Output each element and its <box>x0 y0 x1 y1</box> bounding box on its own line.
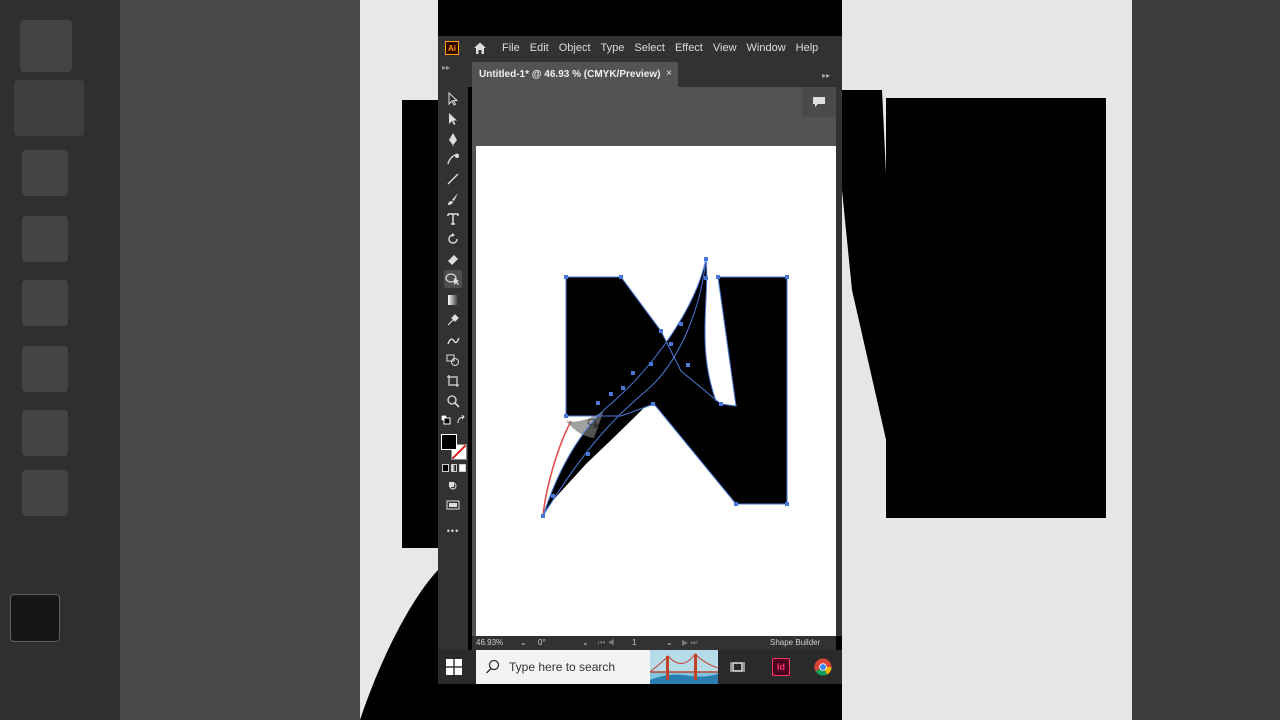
screen-mode-icon[interactable] <box>444 496 462 514</box>
artboard-dropdown-icon[interactable]: ⌄ <box>666 638 673 647</box>
tools-panel: ••• <box>438 87 468 650</box>
background-panel-right <box>1132 0 1280 720</box>
right-panel-dock <box>836 87 842 636</box>
zoom-dropdown-icon[interactable]: ⌄ <box>520 638 527 647</box>
illustrator-logo: Ai <box>445 41 459 55</box>
background-shape-builder-icon <box>14 80 84 136</box>
menu-select[interactable]: Select <box>629 42 670 54</box>
gradient-tool-icon[interactable] <box>444 291 462 309</box>
menu-view[interactable]: View <box>708 42 742 54</box>
background-letter-shape <box>360 100 438 720</box>
curvature-tool-icon[interactable] <box>444 150 462 168</box>
fill-stroke-swatches[interactable] <box>441 434 467 460</box>
task-view-icon[interactable] <box>729 658 747 676</box>
letter-artwork[interactable] <box>476 146 836 636</box>
artboard[interactable] <box>476 146 836 636</box>
menu-file[interactable]: File <box>497 42 525 54</box>
menu-effect[interactable]: Effect <box>670 42 708 54</box>
menu-bar: Ai File Edit Object Type Select Effect V… <box>438 36 842 60</box>
rotate-tool-icon[interactable] <box>444 230 462 248</box>
first-artboard-icon[interactable]: ⏮ ◀ <box>598 638 615 648</box>
background-fill-swatch <box>10 594 60 642</box>
blend-tool-icon[interactable] <box>444 331 462 349</box>
background-letter-shape-right <box>842 90 1106 518</box>
home-icon[interactable] <box>473 41 487 55</box>
menu-edit[interactable]: Edit <box>525 42 554 54</box>
search-icon <box>486 659 500 674</box>
eraser-tool-icon[interactable] <box>444 250 462 268</box>
comments-button[interactable] <box>802 87 836 117</box>
background-right <box>842 0 1280 720</box>
rotation-dropdown-icon[interactable]: ⌄ <box>582 638 589 647</box>
line-tool-icon[interactable] <box>444 170 462 188</box>
search-placeholder: Type here to search <box>509 660 616 674</box>
background-gradient-icon <box>22 150 68 196</box>
background-eyedropper-icon <box>22 216 68 262</box>
status-bar: 46.93% ⌄ 0° ⌄ ⏮ ◀ 1 ⌄ ▶ ⏭ Shape Builder <box>472 636 836 650</box>
background-symbol-icon <box>22 346 68 392</box>
background-left <box>0 0 438 720</box>
pen-tool-icon[interactable] <box>444 130 462 148</box>
current-tool-label: Shape Builder <box>770 638 821 647</box>
close-icon[interactable]: × <box>666 68 672 79</box>
menu-window[interactable]: Window <box>742 42 791 54</box>
background-blend-icon <box>22 280 68 326</box>
gradient-mode-icon[interactable] <box>450 464 458 472</box>
menu-type[interactable]: Type <box>596 42 630 54</box>
symbol-sprayer-tool-icon[interactable] <box>444 351 462 369</box>
indesign-icon[interactable]: Id <box>772 658 790 676</box>
zoom-level[interactable]: 46.93% <box>476 638 503 647</box>
panel-expand-icon[interactable]: ▸▸ <box>822 71 830 80</box>
draw-mode-icon[interactable] <box>444 477 462 495</box>
swap-colors-icon[interactable] <box>455 414 467 426</box>
menu-help[interactable]: Help <box>791 42 824 54</box>
background-eraser-icon <box>20 20 72 72</box>
direct-selection-tool-icon[interactable] <box>444 110 462 128</box>
none-mode-icon[interactable] <box>459 464 467 472</box>
rotation-value[interactable]: 0° <box>538 638 546 647</box>
windows-start-icon[interactable] <box>446 659 462 675</box>
comment-icon <box>813 97 825 107</box>
shape-builder-tool-icon[interactable] <box>444 270 462 288</box>
canvas-area[interactable] <box>472 87 836 636</box>
default-colors-icon[interactable] <box>440 414 452 426</box>
paintbrush-tool-icon[interactable] <box>444 190 462 208</box>
color-mode-icon[interactable] <box>442 464 449 472</box>
fill-swatch[interactable] <box>441 434 457 450</box>
artboard-number[interactable]: 1 <box>632 638 636 647</box>
zoom-tool-icon[interactable] <box>444 392 462 410</box>
chrome-icon[interactable] <box>814 658 832 676</box>
menu-object[interactable]: Object <box>554 42 596 54</box>
more-tools-icon[interactable]: ••• <box>444 522 462 540</box>
illustrator-window: Ai File Edit Object Type Select Effect V… <box>438 0 842 720</box>
background-zoom-icon <box>22 470 68 516</box>
search-highlight-image <box>650 650 718 684</box>
background-artboard-icon <box>22 410 68 456</box>
selection-tool-icon[interactable] <box>444 90 462 108</box>
artboard-tool-icon[interactable] <box>444 372 462 390</box>
next-artboard-icon[interactable]: ▶ ⏭ <box>682 638 698 648</box>
document-tab-row: ▸▸ Untitled-1* @ 46.93 % (CMYK/Preview) … <box>438 60 842 87</box>
taskbar-search-box[interactable]: Type here to search <box>476 650 718 684</box>
type-tool-icon[interactable] <box>444 210 462 228</box>
color-mode-buttons <box>442 464 467 472</box>
document-tab[interactable]: Untitled-1* @ 46.93 % (CMYK/Preview) × <box>472 62 678 87</box>
windows-taskbar: Type here to search Id <box>438 650 842 684</box>
toolbar-collapse-icon[interactable]: ▸▸ <box>442 63 450 72</box>
document-tab-title: Untitled-1* @ 46.93 % (CMYK/Preview) <box>479 69 661 80</box>
eyedropper-tool-icon[interactable] <box>444 311 462 329</box>
